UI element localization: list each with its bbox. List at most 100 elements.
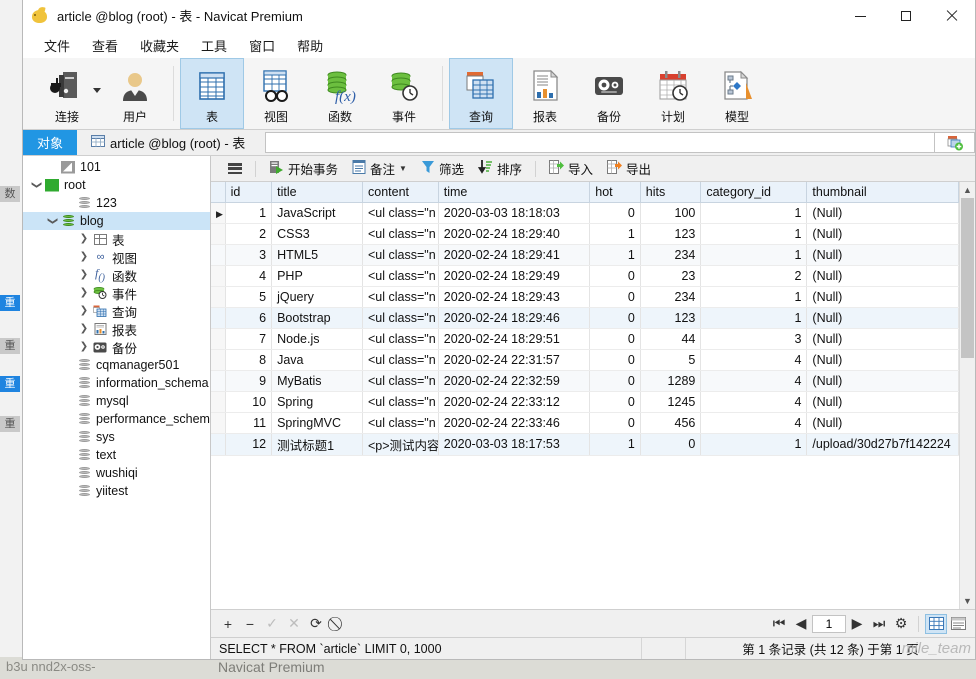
cell-title[interactable]: Bootstrap <box>271 307 363 329</box>
cell-title[interactable]: PHP <box>271 265 363 287</box>
cell-thumbnail[interactable]: (Null) <box>806 328 959 350</box>
cell-category_id[interactable]: 1 <box>700 307 808 329</box>
column-header-thumbnail[interactable]: thumbnail <box>806 182 959 203</box>
row-marker[interactable] <box>211 307 226 329</box>
add-record-button[interactable]: + <box>217 613 239 635</box>
cell-thumbnail[interactable]: (Null) <box>806 286 959 308</box>
column-header-category_id[interactable]: category_id <box>700 182 808 203</box>
cell-time[interactable]: 2020-02-24 22:33:46 <box>438 412 591 434</box>
tree-twisty[interactable]: ❯ <box>77 270 91 280</box>
cell-title[interactable]: SpringMVC <box>271 412 363 434</box>
tree-twisty[interactable]: ❯ <box>77 234 91 244</box>
form-view-icon[interactable] <box>947 614 969 634</box>
table-row[interactable]: 3 HTML5 <ul class="n 2020-02-24 18:29:41 1 23… <box>211 244 959 266</box>
sidebar-item-wushiqi[interactable]: wushiqi <box>23 464 210 482</box>
row-marker[interactable] <box>211 244 226 266</box>
table-row[interactable]: 9 MyBatis <ul class="n 2020-02-24 22:32:59 0… <box>211 370 959 392</box>
cell-hot[interactable]: 0 <box>589 307 641 329</box>
cell-category_id[interactable]: 1 <box>700 202 808 224</box>
sidebar-item-mysql[interactable]: mysql <box>23 392 210 410</box>
sidebar-item-[interactable]: ❯ 查询 <box>23 302 210 320</box>
cell-id[interactable]: 4 <box>225 265 273 287</box>
scrollbar-thumb[interactable] <box>961 198 974 358</box>
cell-id[interactable]: 12 <box>225 433 273 456</box>
cell-time[interactable]: 2020-02-24 22:33:12 <box>438 391 591 413</box>
sidebar-item-101[interactable]: 101 <box>23 158 210 176</box>
column-header-time[interactable]: time <box>438 182 591 203</box>
cell-thumbnail[interactable]: (Null) <box>806 265 959 287</box>
sidebar-item-sys[interactable]: sys <box>23 428 210 446</box>
column-header-content[interactable]: content <box>362 182 439 203</box>
cell-content[interactable]: <p>测试内容 <box>362 433 439 456</box>
sidebar-item-[interactable]: ❯ ∞ 视图 <box>23 248 210 266</box>
sidebar-item-[interactable]: ❯ 报表 <box>23 320 210 338</box>
row-marker[interactable] <box>211 391 226 413</box>
cell-hits[interactable]: 123 <box>640 307 702 329</box>
menu-help[interactable]: 帮助 <box>286 33 334 58</box>
cell-time[interactable]: 2020-03-03 18:17:53 <box>438 433 591 456</box>
cell-category_id[interactable]: 4 <box>700 391 808 413</box>
column-header-hot[interactable]: hot <box>589 182 641 203</box>
data-grid-scroll[interactable]: id title content time hot hits category_id thum… <box>211 182 959 609</box>
row-marker[interactable] <box>211 412 226 434</box>
sidebar-item-blog[interactable]: ❯ blog <box>23 212 210 230</box>
column-header-id[interactable]: id <box>225 182 273 203</box>
vertical-scrollbar[interactable]: ▲ ▼ <box>959 182 975 609</box>
tree-twisty[interactable]: ❯ <box>77 324 91 334</box>
chevron-down-icon[interactable] <box>93 88 101 93</box>
cell-hot[interactable]: 0 <box>589 202 641 224</box>
sidebar-item-[interactable]: ❯ f() 函数 <box>23 266 210 284</box>
column-header-hits[interactable]: hits <box>640 182 702 203</box>
tree-twisty[interactable]: ❯ <box>77 288 91 298</box>
cell-hot[interactable]: 0 <box>589 349 641 371</box>
ribbon-report-button[interactable]: 报表 <box>513 58 577 129</box>
cell-time[interactable]: 2020-02-24 22:31:57 <box>438 349 591 371</box>
menu-view[interactable]: 查看 <box>81 33 129 58</box>
row-marker[interactable]: ▶ <box>211 202 226 224</box>
sidebar-item-root[interactable]: ❯ root <box>23 176 210 194</box>
import-button[interactable]: 导入 <box>542 157 600 180</box>
cell-time[interactable]: 2020-02-24 18:29:51 <box>438 328 591 350</box>
apply-change-button[interactable]: ✓ <box>261 613 283 635</box>
ribbon-function-button[interactable]: f(x) 函数 <box>308 58 372 129</box>
cell-hot[interactable]: 0 <box>589 286 641 308</box>
sidebar-item-[interactable]: ❯ 事件 <box>23 284 210 302</box>
sidebar-item-[interactable]: ❯ 表 <box>23 230 210 248</box>
cell-content[interactable]: <ul class="n <box>362 265 439 287</box>
cell-thumbnail[interactable]: (Null) <box>806 202 959 224</box>
cell-hot[interactable]: 0 <box>589 328 641 350</box>
stop-button[interactable]: ⃠ <box>327 613 349 635</box>
cell-hits[interactable]: 234 <box>640 244 702 266</box>
cell-thumbnail[interactable]: (Null) <box>806 223 959 245</box>
tab-object[interactable]: 对象 <box>23 130 78 155</box>
cell-content[interactable]: <ul class="n <box>362 202 439 224</box>
sidebar-item-text[interactable]: text <box>23 446 210 464</box>
prev-page-button[interactable]: ◀ <box>790 613 812 635</box>
row-marker[interactable] <box>211 370 226 392</box>
new-tab-icon[interactable] <box>935 132 975 153</box>
row-marker[interactable] <box>211 265 226 287</box>
cell-content[interactable]: <ul class="n <box>362 412 439 434</box>
close-button[interactable] <box>929 0 975 32</box>
cell-hits[interactable]: 234 <box>640 286 702 308</box>
row-marker[interactable] <box>211 349 226 371</box>
cell-time[interactable]: 2020-02-24 18:29:40 <box>438 223 591 245</box>
cell-category_id[interactable]: 3 <box>700 328 808 350</box>
cell-hits[interactable]: 456 <box>640 412 702 434</box>
table-row[interactable]: 7 Node.js <ul class="n 2020-02-24 18:29:51 0… <box>211 328 959 350</box>
first-page-button[interactable]: ⏮ <box>768 613 790 635</box>
chevron-right-icon[interactable]: ❯ <box>80 288 88 298</box>
cell-title[interactable]: Spring <box>271 391 363 413</box>
ribbon-query-button[interactable]: 查询 <box>449 58 513 129</box>
menu-tools[interactable]: 工具 <box>190 33 238 58</box>
sidebar-item-performance_schema[interactable]: performance_schema <box>23 410 210 428</box>
tab-search-input[interactable] <box>265 132 935 153</box>
column-header-title[interactable]: title <box>271 182 363 203</box>
cell-content[interactable]: <ul class="n <box>362 244 439 266</box>
cell-id[interactable]: 11 <box>225 412 273 434</box>
cell-hits[interactable]: 5 <box>640 349 702 371</box>
minimize-button[interactable] <box>837 0 883 32</box>
cell-thumbnail[interactable]: (Null) <box>806 391 959 413</box>
ribbon-event-button[interactable]: 事件 <box>372 58 436 129</box>
sidebar-item-cqmanager501[interactable]: cqmanager501 <box>23 356 210 374</box>
